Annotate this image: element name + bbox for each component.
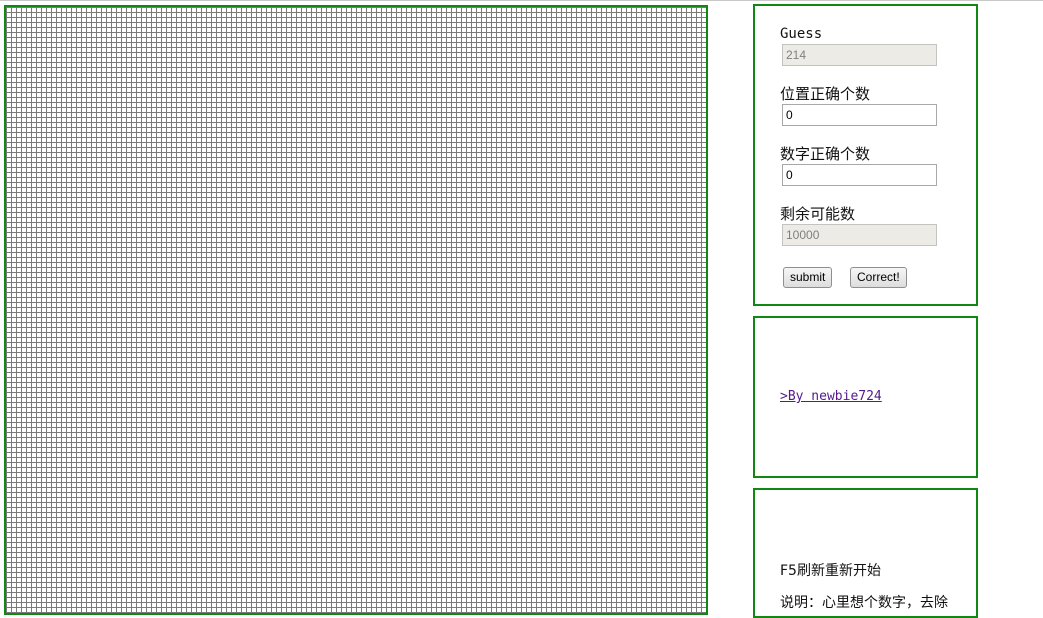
remaining-label: 剩余可能数 bbox=[780, 205, 856, 223]
remaining-input[interactable] bbox=[782, 224, 937, 246]
digit-correct-input[interactable] bbox=[782, 164, 937, 186]
help-panel: F5刷新重新开始 说明：心里想个数字，去除 bbox=[753, 488, 978, 618]
guess-input[interactable] bbox=[782, 44, 937, 66]
author-link[interactable]: >By newbie724 bbox=[780, 389, 882, 404]
position-correct-label: 位置正确个数 bbox=[780, 85, 871, 103]
correct-button[interactable]: Correct! bbox=[850, 267, 907, 288]
digit-correct-label: 数字正确个数 bbox=[780, 145, 871, 163]
help-description: 说明：心里想个数字，去除 bbox=[780, 595, 948, 611]
guess-form-panel: Guess 位置正确个数 数字正确个数 剩余可能数 submit Correct… bbox=[753, 4, 978, 306]
help-title: F5刷新重新开始 bbox=[780, 563, 881, 579]
position-correct-input[interactable] bbox=[782, 104, 937, 126]
credit-panel: >By newbie724 bbox=[753, 316, 978, 478]
submit-button[interactable]: submit bbox=[783, 267, 833, 288]
game-grid-board[interactable] bbox=[4, 5, 708, 615]
top-divider bbox=[0, 0, 1043, 1]
guess-label: Guess bbox=[780, 26, 823, 42]
